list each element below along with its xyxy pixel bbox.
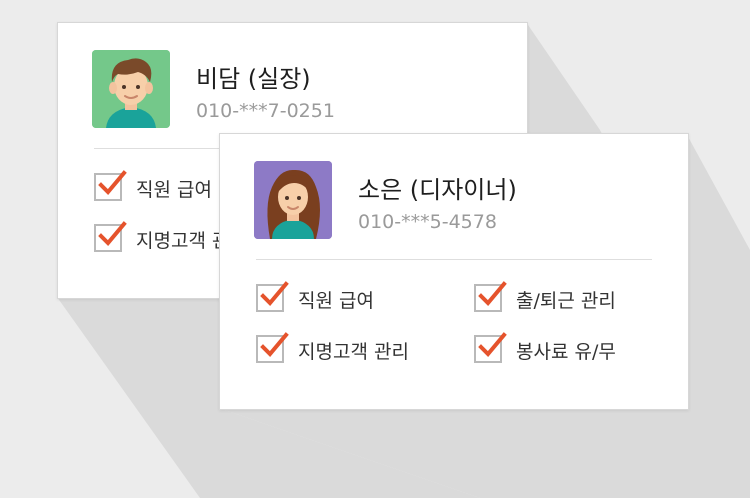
checkbox-checked[interactable] (94, 170, 127, 201)
checkmark-icon (98, 170, 127, 195)
checkbox-checked[interactable] (256, 332, 289, 363)
female-avatar-icon (254, 161, 332, 239)
checkbox-checked[interactable] (474, 281, 507, 312)
checkmark-icon (98, 221, 127, 246)
divider (256, 259, 652, 260)
staff-name: 비담 (실장) (196, 65, 311, 93)
checkbox-checked[interactable] (256, 281, 289, 312)
male-avatar-icon (92, 50, 170, 128)
permission-label: 직원 급여 (298, 290, 374, 312)
staff-phone: 010-***7-0251 (196, 100, 335, 122)
permission-label: 출/퇴근 관리 (516, 290, 616, 312)
staff-phone: 010-***5-4578 (358, 211, 497, 233)
checkmark-icon (260, 332, 289, 357)
permission-label: 직원 급여 (136, 179, 212, 201)
checkmark-icon (478, 281, 507, 306)
permission-label: 봉사료 유/무 (516, 341, 616, 363)
permission-label: 지명고객 관리 (298, 341, 409, 363)
checkmark-icon (478, 332, 507, 357)
staff-name: 소은 (디자이너) (358, 176, 517, 204)
checkmark-icon (260, 281, 289, 306)
checkbox-checked[interactable] (94, 221, 127, 252)
checkbox-checked[interactable] (474, 332, 507, 363)
staff-card-soeun[interactable]: 소은 (디자이너) 010-***5-4578 직원 급여 출/퇴근 관리 지명… (219, 133, 689, 410)
